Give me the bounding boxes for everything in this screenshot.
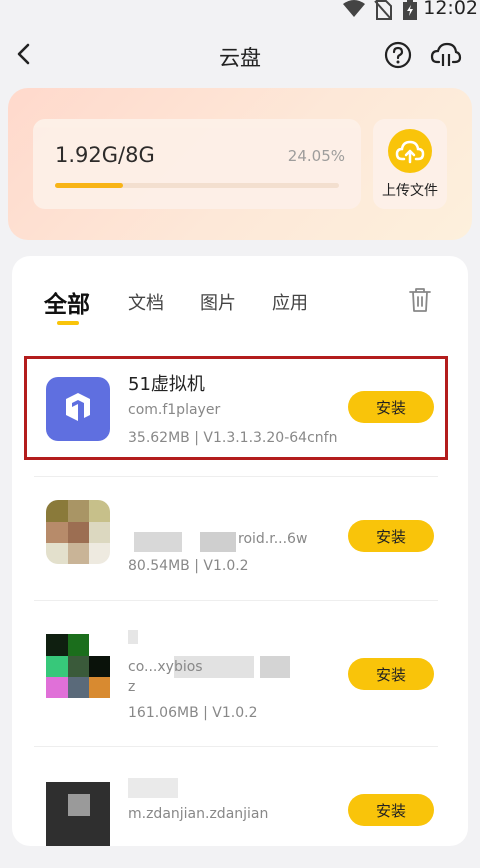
- app-icon-pixelated: [46, 634, 110, 698]
- list-item[interactable]: m.zdanjian.zdanjian 安装: [24, 748, 444, 868]
- upload-file-label: 上传文件: [382, 183, 438, 199]
- upload-icon-circle: [388, 129, 432, 173]
- storage-usage-box: 1.92G/8G 24.05%: [33, 119, 361, 209]
- battery-icon: [403, 0, 417, 20]
- list-item[interactable]: co...xybios z 161.06MB | V1.0.2 安装: [24, 602, 444, 722]
- active-tab-indicator: [57, 321, 79, 325]
- header: 云盘: [0, 30, 480, 80]
- redacted-text: [200, 532, 236, 552]
- no-sim-icon: [374, 0, 392, 20]
- redacted-text: [134, 532, 182, 552]
- storage-progress-bar: [55, 183, 339, 188]
- status-bar: 12:02: [0, 0, 480, 22]
- storage-percent-text: 24.05%: [287, 147, 345, 165]
- app-icon-pixelated: [46, 782, 110, 846]
- wifi-icon: [343, 0, 365, 17]
- storage-progress-fill: [55, 183, 124, 188]
- redacted-text: [260, 656, 290, 678]
- help-icon[interactable]: [384, 41, 412, 69]
- highlight-box: [24, 356, 448, 460]
- divider: [34, 476, 438, 477]
- tab-all[interactable]: 全部: [44, 285, 90, 319]
- redacted-text: [128, 630, 138, 644]
- install-button[interactable]: 安装: [348, 658, 434, 690]
- app-package: co...xybios: [128, 659, 203, 675]
- status-time: 12:02: [423, 0, 478, 19]
- divider: [34, 746, 438, 747]
- list-item[interactable]: roid.r...6w 80.54MB | V1.0.2 安装: [24, 478, 444, 598]
- tab-images[interactable]: 图片: [200, 289, 236, 315]
- tab-apps[interactable]: 应用: [272, 289, 308, 315]
- upload-file-button[interactable]: 上传文件: [373, 119, 447, 209]
- install-button[interactable]: 安装: [348, 794, 434, 826]
- app-icon-pixelated: [46, 500, 110, 564]
- redacted-text: [128, 778, 178, 798]
- app-package: m.zdanjian.zdanjian: [128, 806, 269, 822]
- trash-icon[interactable]: [408, 287, 432, 313]
- cloud-upload-icon: [395, 140, 425, 164]
- storage-usage-text: 1.92G/8G: [55, 143, 155, 167]
- app-package-line2: z: [128, 679, 136, 695]
- storage-card: 1.92G/8G 24.05% 上传文件: [8, 88, 472, 240]
- app-meta: 161.06MB | V1.0.2: [128, 705, 258, 721]
- cloud-download-icon[interactable]: [430, 41, 462, 69]
- divider: [34, 600, 438, 601]
- app-meta: 80.54MB | V1.0.2: [128, 558, 249, 574]
- install-button[interactable]: 安装: [348, 520, 434, 552]
- app-package: roid.r...6w: [238, 531, 308, 547]
- tab-documents[interactable]: 文档: [128, 289, 164, 315]
